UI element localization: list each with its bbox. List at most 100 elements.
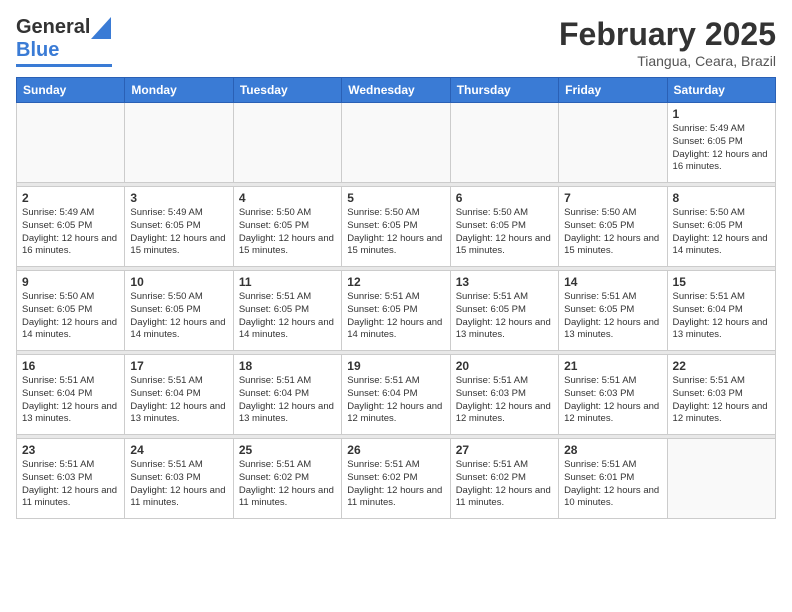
day-info: Sunrise: 5:51 AM Sunset: 6:05 PM Dayligh… (456, 291, 553, 342)
day-number: 5 (347, 191, 444, 205)
calendar-cell: 20Sunrise: 5:51 AM Sunset: 6:03 PM Dayli… (450, 355, 558, 435)
day-number: 25 (239, 443, 336, 457)
calendar-cell: 24Sunrise: 5:51 AM Sunset: 6:03 PM Dayli… (125, 439, 233, 519)
day-info: Sunrise: 5:51 AM Sunset: 6:01 PM Dayligh… (564, 459, 661, 510)
day-info: Sunrise: 5:51 AM Sunset: 6:04 PM Dayligh… (130, 375, 227, 426)
logo: General Blue (16, 16, 112, 67)
day-info: Sunrise: 5:51 AM Sunset: 6:03 PM Dayligh… (22, 459, 119, 510)
calendar-cell: 7 Sunrise: 5:50 AM Sunset: 6:05 PM Daylig… (559, 187, 667, 267)
day-info: Sunrise: 5:51 AM Sunset: 6:02 PM Dayligh… (456, 459, 553, 510)
weekday-header-sunday: Sunday (17, 78, 125, 103)
calendar-cell: 11Sunrise: 5:51 AM Sunset: 6:05 PM Dayli… (233, 271, 341, 351)
calendar-cell: 19 Sunrise: 5:51 AM Sunset: 6:04 PM Dayli… (342, 355, 450, 435)
page-header: General Blue February 2025 Tiangua, Cear… (16, 16, 776, 69)
calendar-cell (450, 103, 558, 183)
calendar-cell: 6Sunrise: 5:50 AM Sunset: 6:05 PM Daylig… (450, 187, 558, 267)
day-number: 8 (673, 191, 770, 205)
day-number: 15 (673, 275, 770, 289)
calendar-cell: 15 Sunrise: 5:51 AM Sunset: 6:04 PM Dayli… (667, 271, 775, 351)
day-number: 10 (130, 275, 227, 289)
day-info: Sunrise: 5:49 AM Sunset: 6:05 PM Dayligh… (130, 207, 227, 258)
weekday-header-saturday: Saturday (667, 78, 775, 103)
calendar-cell: 21 Sunrise: 5:51 AM Sunset: 6:03 PM Dayli… (559, 355, 667, 435)
calendar-cell: 1 Sunrise: 5:49 AM Sunset: 6:05 PM Daylig… (667, 103, 775, 183)
calendar-week-row: 16 Sunrise: 5:51 AM Sunset: 6:04 PM Dayli… (17, 355, 776, 435)
day-number: 20 (456, 359, 553, 373)
calendar-cell: 23 Sunrise: 5:51 AM Sunset: 6:03 PM Dayli… (17, 439, 125, 519)
calendar-cell: 8Sunrise: 5:50 AM Sunset: 6:05 PM Daylig… (667, 187, 775, 267)
day-number: 19 (347, 359, 444, 373)
day-info: Sunrise: 5:50 AM Sunset: 6:05 PM Dayligh… (564, 207, 661, 258)
day-info: Sunrise: 5:51 AM Sunset: 6:05 PM Dayligh… (347, 291, 444, 342)
calendar-cell: 4 Sunrise: 5:50 AM Sunset: 6:05 PM Daylig… (233, 187, 341, 267)
day-number: 28 (564, 443, 661, 457)
calendar-cell: 9 Sunrise: 5:50 AM Sunset: 6:05 PM Daylig… (17, 271, 125, 351)
logo-underline (16, 64, 112, 67)
day-info: Sunrise: 5:51 AM Sunset: 6:03 PM Dayligh… (564, 375, 661, 426)
calendar-cell: 28 Sunrise: 5:51 AM Sunset: 6:01 PM Dayli… (559, 439, 667, 519)
day-info: Sunrise: 5:50 AM Sunset: 6:05 PM Dayligh… (347, 207, 444, 258)
day-number: 7 (564, 191, 661, 205)
calendar-title: February 2025 (559, 16, 776, 53)
day-info: Sunrise: 5:51 AM Sunset: 6:02 PM Dayligh… (347, 459, 444, 510)
logo-blue-text: Blue (16, 39, 59, 62)
calendar-cell: 13 Sunrise: 5:51 AM Sunset: 6:05 PM Dayli… (450, 271, 558, 351)
calendar-week-row: 9 Sunrise: 5:50 AM Sunset: 6:05 PM Daylig… (17, 271, 776, 351)
calendar-subtitle: Tiangua, Ceara, Brazil (559, 53, 776, 69)
calendar-cell: 3 Sunrise: 5:49 AM Sunset: 6:05 PM Daylig… (125, 187, 233, 267)
day-number: 16 (22, 359, 119, 373)
day-number: 21 (564, 359, 661, 373)
day-number: 22 (673, 359, 770, 373)
day-number: 2 (22, 191, 119, 205)
calendar-cell: 10Sunrise: 5:50 AM Sunset: 6:05 PM Dayli… (125, 271, 233, 351)
day-number: 13 (456, 275, 553, 289)
calendar-cell (17, 103, 125, 183)
title-block: February 2025 Tiangua, Ceara, Brazil (559, 16, 776, 69)
day-info: Sunrise: 5:50 AM Sunset: 6:05 PM Dayligh… (239, 207, 336, 258)
weekday-header-row: SundayMondayTuesdayWednesdayThursdayFrid… (17, 78, 776, 103)
day-number: 18 (239, 359, 336, 373)
calendar-cell (342, 103, 450, 183)
day-number: 23 (22, 443, 119, 457)
weekday-header-tuesday: Tuesday (233, 78, 341, 103)
day-info: Sunrise: 5:51 AM Sunset: 6:03 PM Dayligh… (673, 375, 770, 426)
weekday-header-monday: Monday (125, 78, 233, 103)
calendar-cell: 2 Sunrise: 5:49 AM Sunset: 6:05 PM Daylig… (17, 187, 125, 267)
calendar-cell (559, 103, 667, 183)
weekday-header-friday: Friday (559, 78, 667, 103)
calendar-week-row: 1 Sunrise: 5:49 AM Sunset: 6:05 PM Daylig… (17, 103, 776, 183)
day-info: Sunrise: 5:51 AM Sunset: 6:04 PM Dayligh… (239, 375, 336, 426)
day-number: 1 (673, 107, 770, 121)
day-number: 9 (22, 275, 119, 289)
day-info: Sunrise: 5:51 AM Sunset: 6:03 PM Dayligh… (130, 459, 227, 510)
day-number: 26 (347, 443, 444, 457)
calendar-cell: 26 Sunrise: 5:51 AM Sunset: 6:02 PM Dayli… (342, 439, 450, 519)
day-number: 14 (564, 275, 661, 289)
calendar-cell: 27 Sunrise: 5:51 AM Sunset: 6:02 PM Dayli… (450, 439, 558, 519)
calendar-cell: 25 Sunrise: 5:51 AM Sunset: 6:02 PM Dayli… (233, 439, 341, 519)
calendar-cell: 12 Sunrise: 5:51 AM Sunset: 6:05 PM Dayli… (342, 271, 450, 351)
weekday-header-thursday: Thursday (450, 78, 558, 103)
day-number: 12 (347, 275, 444, 289)
calendar-cell: 18 Sunrise: 5:51 AM Sunset: 6:04 PM Dayli… (233, 355, 341, 435)
day-number: 27 (456, 443, 553, 457)
day-info: Sunrise: 5:51 AM Sunset: 6:04 PM Dayligh… (347, 375, 444, 426)
weekday-header-wednesday: Wednesday (342, 78, 450, 103)
logo-icon (91, 17, 111, 39)
calendar-cell (125, 103, 233, 183)
day-info: Sunrise: 5:51 AM Sunset: 6:04 PM Dayligh… (22, 375, 119, 426)
day-info: Sunrise: 5:51 AM Sunset: 6:05 PM Dayligh… (564, 291, 661, 342)
day-info: Sunrise: 5:51 AM Sunset: 6:04 PM Dayligh… (673, 291, 770, 342)
day-number: 17 (130, 359, 227, 373)
logo-general-text: General (16, 16, 90, 39)
day-info: Sunrise: 5:51 AM Sunset: 6:02 PM Dayligh… (239, 459, 336, 510)
calendar-table: SundayMondayTuesdayWednesdayThursdayFrid… (16, 77, 776, 519)
day-info: Sunrise: 5:50 AM Sunset: 6:05 PM Dayligh… (22, 291, 119, 342)
calendar-cell: 22 Sunrise: 5:51 AM Sunset: 6:03 PM Dayli… (667, 355, 775, 435)
day-number: 11 (239, 275, 336, 289)
day-info: Sunrise: 5:49 AM Sunset: 6:05 PM Dayligh… (22, 207, 119, 258)
day-number: 4 (239, 191, 336, 205)
day-info: Sunrise: 5:49 AM Sunset: 6:05 PM Dayligh… (673, 123, 770, 174)
calendar-week-row: 23 Sunrise: 5:51 AM Sunset: 6:03 PM Dayli… (17, 439, 776, 519)
day-number: 3 (130, 191, 227, 205)
